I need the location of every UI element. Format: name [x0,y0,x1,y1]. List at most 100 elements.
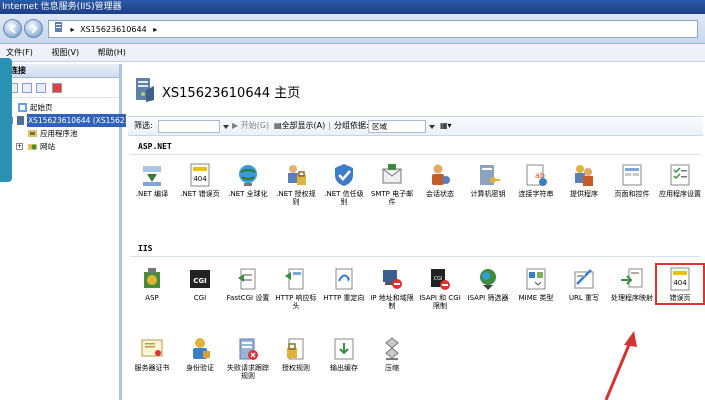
expand-icon[interactable]: + [16,143,23,150]
group-by-select[interactable]: 区域 [368,120,426,133]
server-icon [17,116,24,125]
feature-label: MIME 类型 [518,294,554,302]
certificate-icon [139,336,165,362]
address-bar: ▸ XS15623610644 ▸ [0,14,705,44]
tree-item-app-pools[interactable]: 应用程序池 [0,127,119,140]
menu-file[interactable]: 文件(F) [6,48,33,57]
feature-dotnet-compile[interactable]: .NET 编译 [130,162,174,198]
feature-lock-user[interactable]: .NET 授权规则 [274,162,318,206]
feature-dotnet-error-page[interactable]: 404 .NET 错误页 [178,162,222,198]
feature-mime[interactable]: MIME 类型 [514,266,558,302]
start-page-icon [18,103,27,112]
feature-authorization[interactable]: 授权规则 [274,336,318,372]
feature-pages-controls[interactable]: 页面和控件 [610,162,654,198]
connections-tree: 起始页 − XS15623610644 (XS15623610644\...) … [0,98,172,153]
feature-label: 连接字符串 [518,190,554,198]
feature-shield-check[interactable]: .NET 信任级别 [322,162,366,206]
feature-http-headers[interactable]: HTTP 响应标头 [274,266,318,310]
up-icon[interactable] [36,83,46,93]
filter-bar: 筛选: ▶ 开始(G) ▤全部显示(A) | 分组依据: 区域 ▦▾ [128,116,703,136]
authorization-icon [283,336,309,362]
address-chevron-icon[interactable]: ▸ [153,22,157,38]
feature-provider-users[interactable]: 提供程序 [562,162,606,198]
back-button[interactable] [3,19,22,38]
feature-label: SMTP 电子邮件 [370,190,414,206]
start-filter-button[interactable]: ▶ 开始(G) [232,117,269,135]
filter-input[interactable] [158,120,220,133]
app-pool-icon [28,130,37,137]
feature-error-page[interactable]: 404 错误页 [655,263,705,305]
feature-connection-string[interactable]: ab 连接字符串 [514,162,558,198]
server-home-icon [136,78,154,102]
feature-output-cache[interactable]: 输出缓存 [322,336,366,372]
pages-controls-icon [619,162,645,188]
connections-pane: 连接 起始页 − XS15623610644 (XS15623610644\..… [0,64,172,400]
isapi-filter-icon [475,266,501,292]
feature-label: 提供程序 [570,190,598,198]
feature-isapi-filter[interactable]: ISAPI 筛选器 [466,266,510,302]
tree-item-label: 应用程序池 [40,129,78,138]
connections-header: 连接 [0,64,119,78]
feature-label: 压缩 [385,364,399,372]
feature-compression[interactable]: 压缩 [370,336,414,372]
group-by-dropdown-icon[interactable] [428,120,436,133]
feature-app-settings[interactable]: 应用程序设置 [658,162,702,198]
group-by-value: 区域 [372,122,387,131]
connect-icon[interactable] [52,83,62,93]
section-divider [130,256,701,257]
url-rewrite-icon [571,266,597,292]
svg-text:CGI: CGI [434,276,443,282]
feature-http-redirect[interactable]: HTTP 重定向 [322,266,366,302]
forward-button[interactable] [24,19,43,38]
session-user-icon [427,162,453,188]
address-segment-server[interactable]: XS15623610644 [80,22,147,38]
feature-mail[interactable]: SMTP 电子邮件 [370,162,414,206]
cgi-icon: CGI [187,266,213,292]
feature-label: 处理程序映射 [611,294,653,302]
tree-item-start-page[interactable]: 起始页 [0,101,119,114]
filter-dropdown-icon[interactable] [222,120,230,133]
feature-label: .NET 编译 [135,190,169,198]
tree-item-sites[interactable]: + 网站 [0,140,119,153]
feature-session-user[interactable]: 会话状态 [418,162,462,198]
address-chevron-icon[interactable]: ▸ [71,22,75,38]
group-by-label: 分组依据: [334,121,369,130]
feature-ip-restrict[interactable]: IP 地址和域限制 [370,266,414,310]
feature-handler-mapping[interactable]: 处理程序映射 [610,266,654,302]
feature-label: 输出缓存 [330,364,358,372]
section-header-aspnet: ASP.NET [138,142,172,151]
dotnet-error-page-icon: 404 [187,162,213,188]
feature-machine-key[interactable]: 计算机密钥 [466,162,510,198]
feature-globe[interactable]: .NET 全球化 [226,162,270,198]
feature-certificate[interactable]: 服务器证书 [130,336,174,372]
feature-failed-request[interactable]: 失败请求跟踪规则 [226,336,270,380]
feature-label: 授权规则 [282,364,310,372]
feature-label: HTTP 响应标头 [275,294,317,310]
forward-arrow-icon [31,24,38,34]
menu-help[interactable]: 帮助(H) [98,48,126,57]
feature-label: ASP [145,294,159,302]
show-all-button[interactable]: ▤全部显示(A) [274,117,325,135]
feature-url-rewrite[interactable]: URL 重写 [562,266,606,302]
handler-mapping-icon [619,266,645,292]
save-icon[interactable] [22,83,32,93]
feature-label: URL 重写 [568,294,600,302]
feature-label: CGI [193,294,207,302]
feature-label: 应用程序设置 [659,190,701,198]
section-divider [130,154,701,155]
feature-fastcgi[interactable]: FastCGI 设置 [226,266,270,302]
shield-check-icon [331,162,357,188]
feature-authentication[interactable]: 身份验证 [178,336,222,372]
feature-isapi-cgi[interactable]: CGI ISAPI 和 CGI 限制 [418,266,462,310]
feature-label: .NET 全球化 [228,190,268,198]
view-mode-icon[interactable]: ▦▾ [440,117,452,135]
fastcgi-icon [235,266,261,292]
sites-folder-icon [28,144,37,150]
menu-view[interactable]: 视图(V) [51,48,79,57]
feature-label: 计算机密钥 [470,190,506,198]
feature-asp[interactable]: ASP [130,266,174,302]
feature-cgi[interactable]: CGI CGI [178,266,222,302]
tree-item-server[interactable]: − XS15623610644 (XS15623610644\...) [0,114,172,127]
lock-user-icon [283,162,309,188]
address-field[interactable]: ▸ XS15623610644 ▸ [48,20,698,38]
